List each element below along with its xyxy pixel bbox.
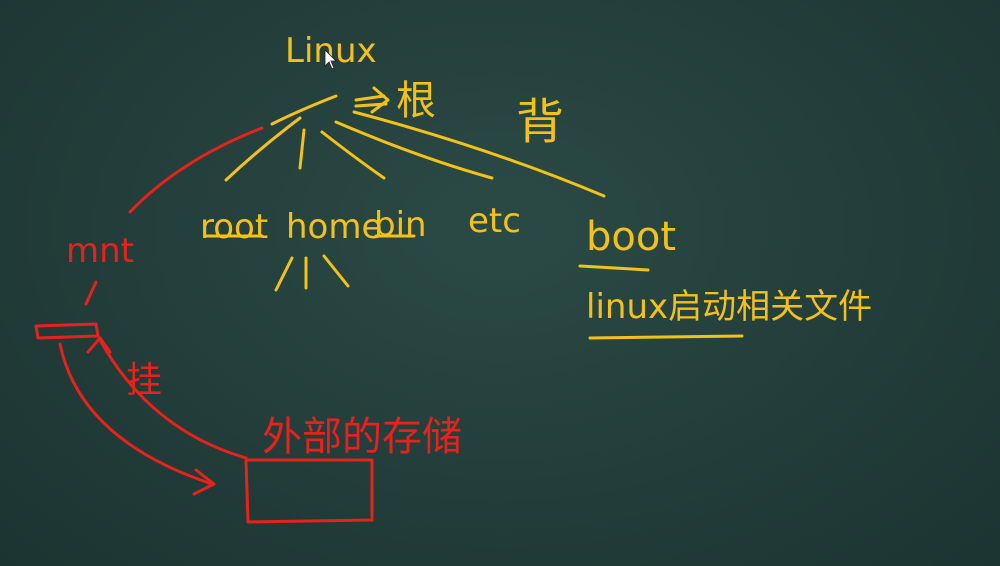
double-arrow-icon [354,86,390,114]
external-storage-label: 外部的存储 [262,414,462,460]
dir-home: home [286,207,382,247]
branch-boot [352,110,606,198]
mnt-link [84,280,98,306]
mount-label: 挂 [126,360,162,401]
chalkboard: Linux 根 背 root home bin etc boot linux启动… [0,0,1000,566]
dir-root: root [200,207,268,247]
mount-arrow-head [86,336,112,354]
chalkboard-drawing: Linux 根 背 root home bin etc boot linux启动… [34,31,872,524]
dir-bin: bin [374,205,427,245]
dir-mnt: mnt [66,231,134,271]
branch-top [270,94,338,126]
home-sub-branches [274,254,350,292]
underline-boot-note [588,334,744,340]
dir-boot: boot [586,214,676,260]
root-label: 根 [396,78,436,124]
branch-etc [334,120,494,180]
branch-mnt [128,126,264,214]
underline-boot [578,264,650,272]
branch-home [298,128,306,170]
side-note: 背 [516,94,564,150]
dir-etc: etc [468,201,521,241]
mount-point-box [34,322,100,340]
external-storage-box [244,458,374,524]
boot-note: linux启动相关文件 [586,287,872,327]
